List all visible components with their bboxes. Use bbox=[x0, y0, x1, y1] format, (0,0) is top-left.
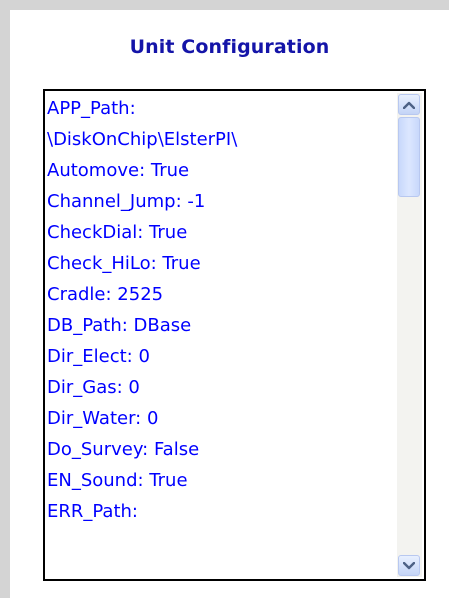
list-item[interactable]: ERR_Path: bbox=[47, 496, 382, 527]
list-item[interactable]: Do_Survey: False bbox=[47, 434, 382, 465]
list-item[interactable]: DB_Path: DBase bbox=[47, 310, 382, 341]
scroll-down-button[interactable] bbox=[398, 555, 420, 576]
window-frame-left bbox=[0, 0, 10, 598]
scroll-thumb[interactable] bbox=[398, 117, 420, 197]
configuration-list[interactable]: APP_Path: \DiskOnChip\ElsterPI\ Automove… bbox=[47, 91, 382, 579]
window-frame-top bbox=[0, 0, 449, 10]
chevron-up-icon bbox=[403, 101, 415, 109]
list-item[interactable]: Check_HiLo: True bbox=[47, 248, 382, 279]
scroll-up-button[interactable] bbox=[398, 94, 420, 115]
unit-configuration-panel: Unit Configuration APP_Path: \DiskOnChip… bbox=[10, 10, 449, 598]
list-item[interactable]: Channel_Jump: -1 bbox=[47, 186, 382, 217]
list-item[interactable]: \DiskOnChip\ElsterPI\ bbox=[47, 124, 382, 155]
list-item[interactable]: CheckDial: True bbox=[47, 217, 382, 248]
list-item[interactable]: Dir_Gas: 0 bbox=[47, 372, 382, 403]
chevron-down-icon bbox=[403, 561, 415, 569]
list-item[interactable]: Cradle: 2525 bbox=[47, 279, 382, 310]
list-item[interactable]: APP_Path: bbox=[47, 93, 382, 124]
list-item[interactable]: Dir_Elect: 0 bbox=[47, 341, 382, 372]
list-item[interactable]: Dir_Water: 0 bbox=[47, 403, 382, 434]
list-item[interactable]: Automove: True bbox=[47, 155, 382, 186]
page-title: Unit Configuration bbox=[129, 36, 330, 58]
vertical-scrollbar[interactable] bbox=[397, 93, 422, 577]
configuration-listbox[interactable]: APP_Path: \DiskOnChip\ElsterPI\ Automove… bbox=[43, 89, 426, 581]
list-item[interactable]: EN_Sound: True bbox=[47, 465, 382, 496]
